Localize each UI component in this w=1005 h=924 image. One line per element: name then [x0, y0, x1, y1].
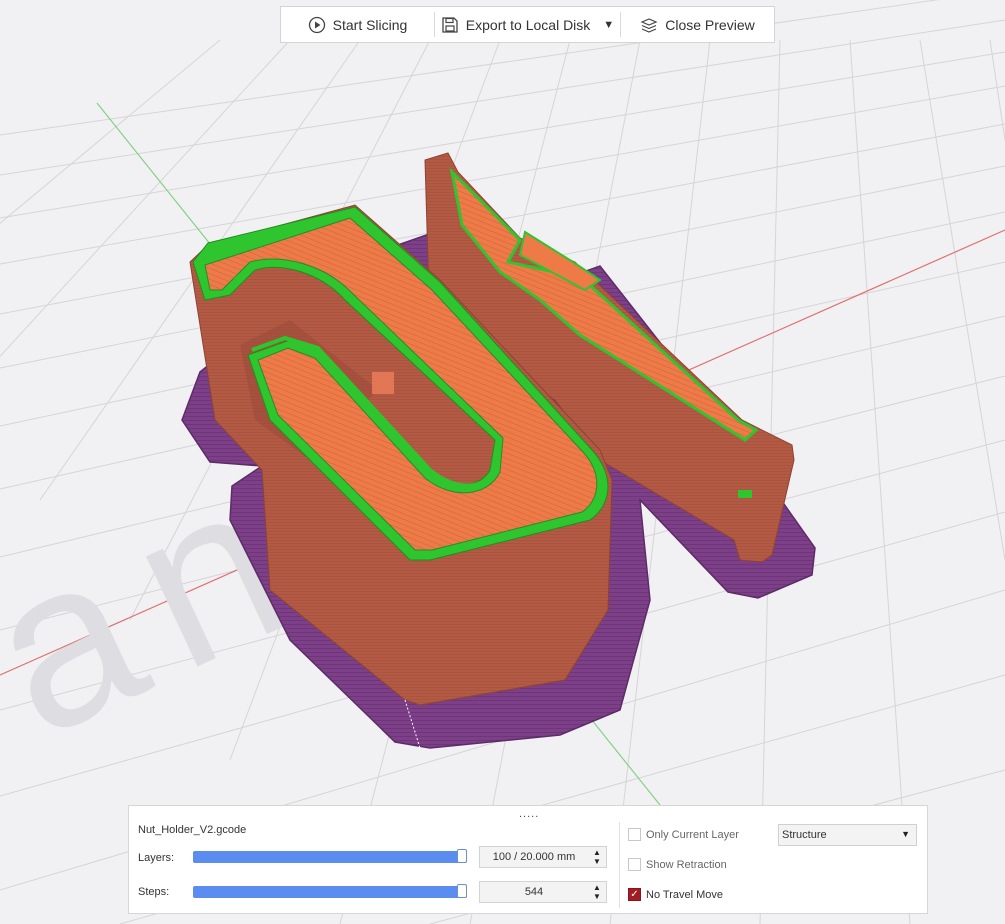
only-current-layer-option[interactable]: Only Current Layer [628, 828, 739, 841]
panel-drag-handle[interactable]: ..... [519, 808, 539, 820]
layers-spinbox[interactable]: 100 / 20.000 mm ▲ ▼ [479, 846, 607, 868]
export-label: Export to Local Disk [465, 16, 591, 33]
no-travel-move-checkbox[interactable]: ✓ [628, 888, 641, 901]
no-travel-move-option[interactable]: ✓ No Travel Move [628, 888, 723, 901]
only-current-layer-checkbox[interactable] [628, 828, 641, 841]
preview-toolbar: Start Slicing Export to Local Disk ▼ Clo… [280, 6, 775, 43]
layers-slider-fill [193, 851, 467, 863]
chevron-down-icon: ▼ [901, 829, 910, 839]
preview-viewport[interactable]: anker [0, 0, 1005, 924]
show-retraction-checkbox[interactable] [628, 858, 641, 871]
steps-slider-fill [193, 886, 467, 898]
export-local-disk-button[interactable]: Export to Local Disk ▼ [435, 7, 620, 42]
start-slicing-button[interactable]: Start Slicing [281, 7, 434, 42]
gcode-preview-panel: ..... Nut_Holder_V2.gcode Layers: 100 / … [128, 805, 928, 914]
steps-spin-arrows-icon[interactable]: ▲ ▼ [591, 883, 603, 901]
close-preview-label: Close Preview [665, 16, 755, 33]
no-travel-move-label: No Travel Move [646, 888, 724, 901]
steps-slider-handle[interactable] [457, 884, 467, 898]
layers-slider[interactable] [193, 849, 467, 863]
steps-value: 544 [524, 886, 544, 898]
dropdown-arrow-icon[interactable]: ▼ [603, 19, 614, 31]
close-preview-button[interactable]: Close Preview [621, 7, 774, 42]
view-mode-value: Structure [782, 829, 827, 841]
steps-slider[interactable] [193, 884, 467, 898]
start-slicing-label: Start Slicing [332, 16, 408, 33]
panel-divider [619, 822, 620, 908]
layers-icon [640, 17, 658, 33]
play-circle-icon [308, 16, 325, 33]
layers-value: 100 / 20.000 mm [492, 851, 576, 863]
show-retraction-label: Show Retraction [646, 858, 727, 871]
gcode-filename: Nut_Holder_V2.gcode [138, 824, 247, 836]
steps-spinbox[interactable]: 544 ▲ ▼ [479, 881, 607, 903]
layers-label: Layers: [138, 852, 175, 864]
only-current-layer-label: Only Current Layer [646, 828, 739, 841]
layers-slider-handle[interactable] [457, 849, 467, 863]
save-disk-icon [442, 16, 458, 33]
steps-label: Steps: [138, 886, 170, 898]
view-mode-select[interactable]: Structure ▼ [778, 824, 917, 846]
layers-spin-arrows-icon[interactable]: ▲ ▼ [591, 848, 603, 866]
show-retraction-option[interactable]: Show Retraction [628, 858, 727, 871]
